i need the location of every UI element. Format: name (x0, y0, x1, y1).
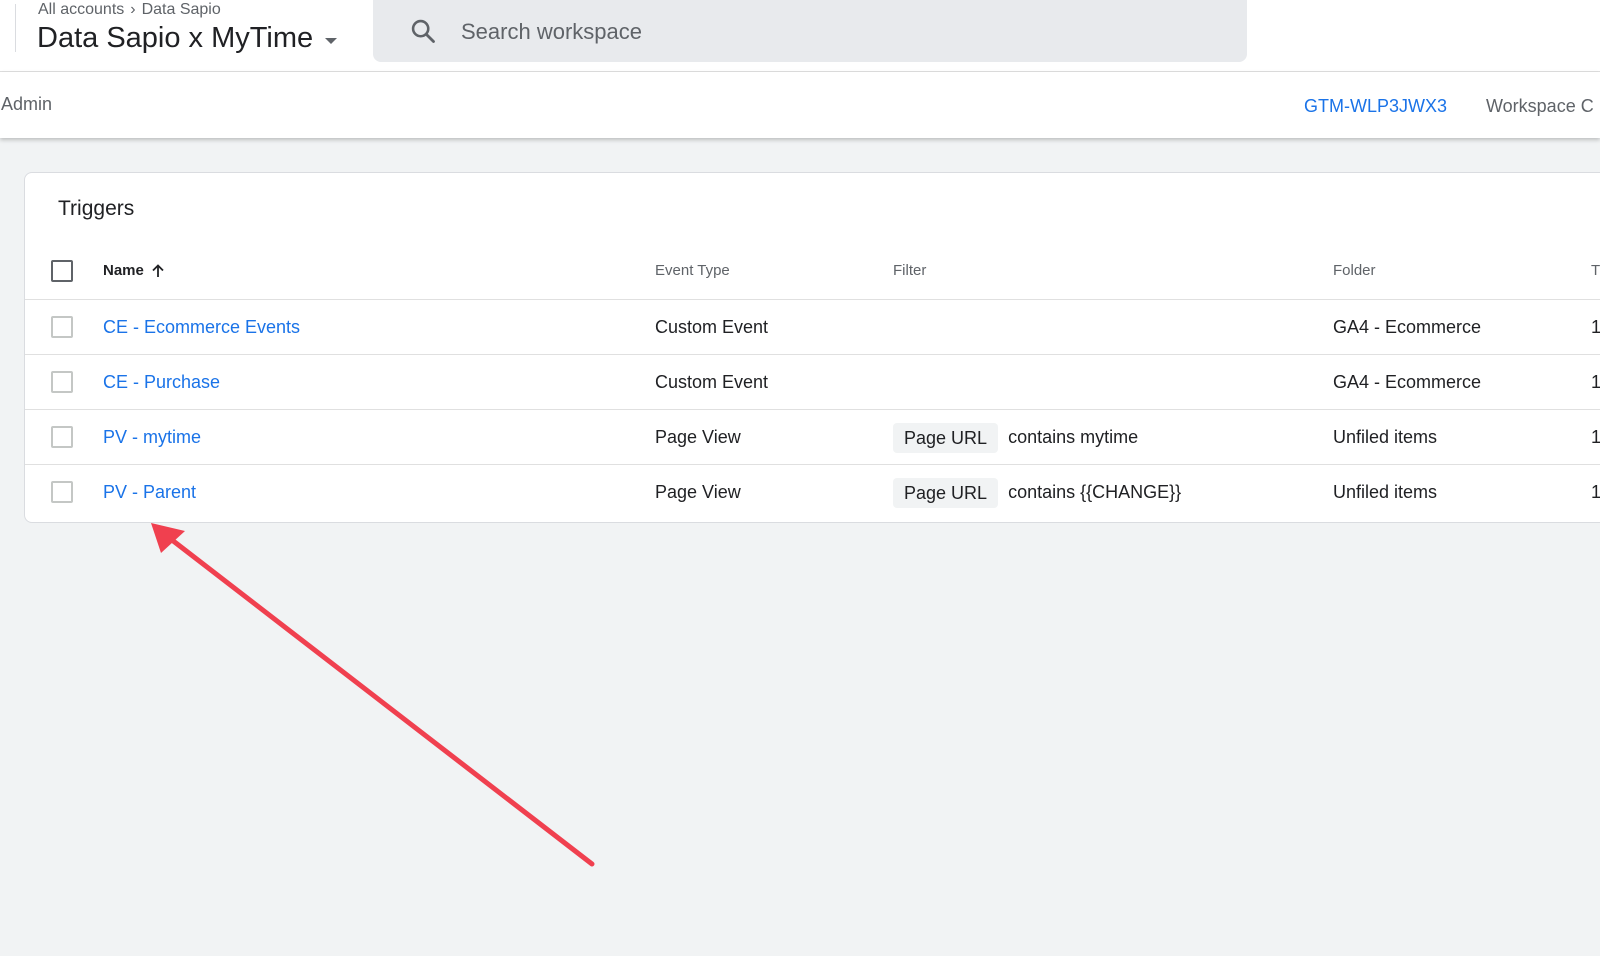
column-header-folder[interactable]: Folder (1333, 244, 1376, 298)
trigger-event-type: Page View (655, 427, 741, 447)
breadcrumb-all-accounts[interactable]: All accounts (38, 1, 124, 19)
trigger-last-edited: 1 (1591, 427, 1600, 447)
trigger-folder: Unfiled items (1333, 482, 1438, 502)
arrow-up-icon (152, 264, 164, 277)
breadcrumb: All accounts › Data Sapio (38, 1, 221, 19)
trigger-name-link[interactable]: CE - Ecommerce Events (103, 300, 300, 354)
row-checkbox[interactable] (51, 481, 73, 503)
container-id-link[interactable]: GTM-WLP3JWX3 (1304, 96, 1447, 117)
column-header-name[interactable]: Name (103, 244, 166, 298)
column-header-last-edited[interactable]: T (1591, 244, 1600, 298)
trigger-event-type: Page View (655, 482, 741, 502)
trigger-last-edited: 1 (1591, 482, 1600, 502)
trigger-name-link[interactable]: CE - Purchase (103, 355, 220, 409)
search-input[interactable] (459, 14, 1223, 50)
sub-navigation-bar: Admin GTM-WLP3JWX3 Workspace C (0, 72, 1600, 138)
header-divider (15, 4, 16, 52)
container-name: Data Sapio x MyTime (37, 22, 314, 54)
filter-variable-chip: Page URL (893, 423, 999, 454)
top-app-bar: All accounts › Data Sapio Data Sapio x M… (0, 0, 1600, 72)
trigger-last-edited: 1 (1591, 317, 1600, 337)
trigger-filter: Page URL contains {{CHANGE}} (893, 465, 1181, 519)
table-row[interactable]: PV - mytime Page View Page URL contains m… (25, 409, 1600, 464)
card-title: Triggers (58, 197, 135, 220)
row-checkbox[interactable] (51, 426, 73, 448)
trigger-event-type: Custom Event (655, 317, 769, 337)
table-row[interactable]: CE - Purchase Custom Event GA4 - Ecommer… (25, 354, 1600, 409)
trigger-folder: GA4 - Ecommerce (1333, 372, 1482, 392)
triggers-card: Triggers Name Event Type Filter Folder T… (24, 172, 1600, 523)
trigger-filter: Page URL contains mytime (893, 410, 1138, 464)
search-bar[interactable] (373, 0, 1247, 62)
select-all-checkbox[interactable] (51, 260, 73, 282)
admin-tab[interactable]: Admin (1, 94, 52, 115)
search-icon (411, 19, 435, 43)
column-header-event-type[interactable]: Event Type (655, 244, 730, 298)
row-checkbox[interactable] (51, 316, 73, 338)
table-header-row: Name Event Type Filter Folder T (25, 244, 1600, 299)
row-checkbox[interactable] (51, 371, 73, 393)
trigger-event-type: Custom Event (655, 372, 769, 392)
trigger-folder: Unfiled items (1333, 427, 1438, 447)
trigger-last-edited: 1 (1591, 372, 1600, 392)
chevron-right-icon: › (130, 1, 136, 18)
trigger-name-link[interactable]: PV - Parent (103, 465, 196, 519)
breadcrumb-account[interactable]: Data Sapio (142, 1, 221, 19)
table-row[interactable]: PV - Parent Page View Page URL contains {… (25, 464, 1600, 519)
column-header-name-label: Name (103, 262, 144, 279)
filter-condition: contains mytime (1008, 427, 1139, 447)
dropdown-caret-icon (325, 37, 338, 44)
column-header-filter[interactable]: Filter (893, 244, 926, 298)
trigger-folder: GA4 - Ecommerce (1333, 317, 1482, 337)
filter-variable-chip: Page URL (893, 478, 999, 509)
container-selector[interactable]: Data Sapio x MyTime (37, 22, 338, 55)
workspace-changes-label[interactable]: Workspace C (1486, 96, 1594, 117)
table-row[interactable]: CE - Ecommerce Events Custom Event GA4 -… (25, 299, 1600, 354)
trigger-name-link[interactable]: PV - mytime (103, 410, 201, 464)
filter-condition: contains {{CHANGE}} (1008, 482, 1182, 502)
